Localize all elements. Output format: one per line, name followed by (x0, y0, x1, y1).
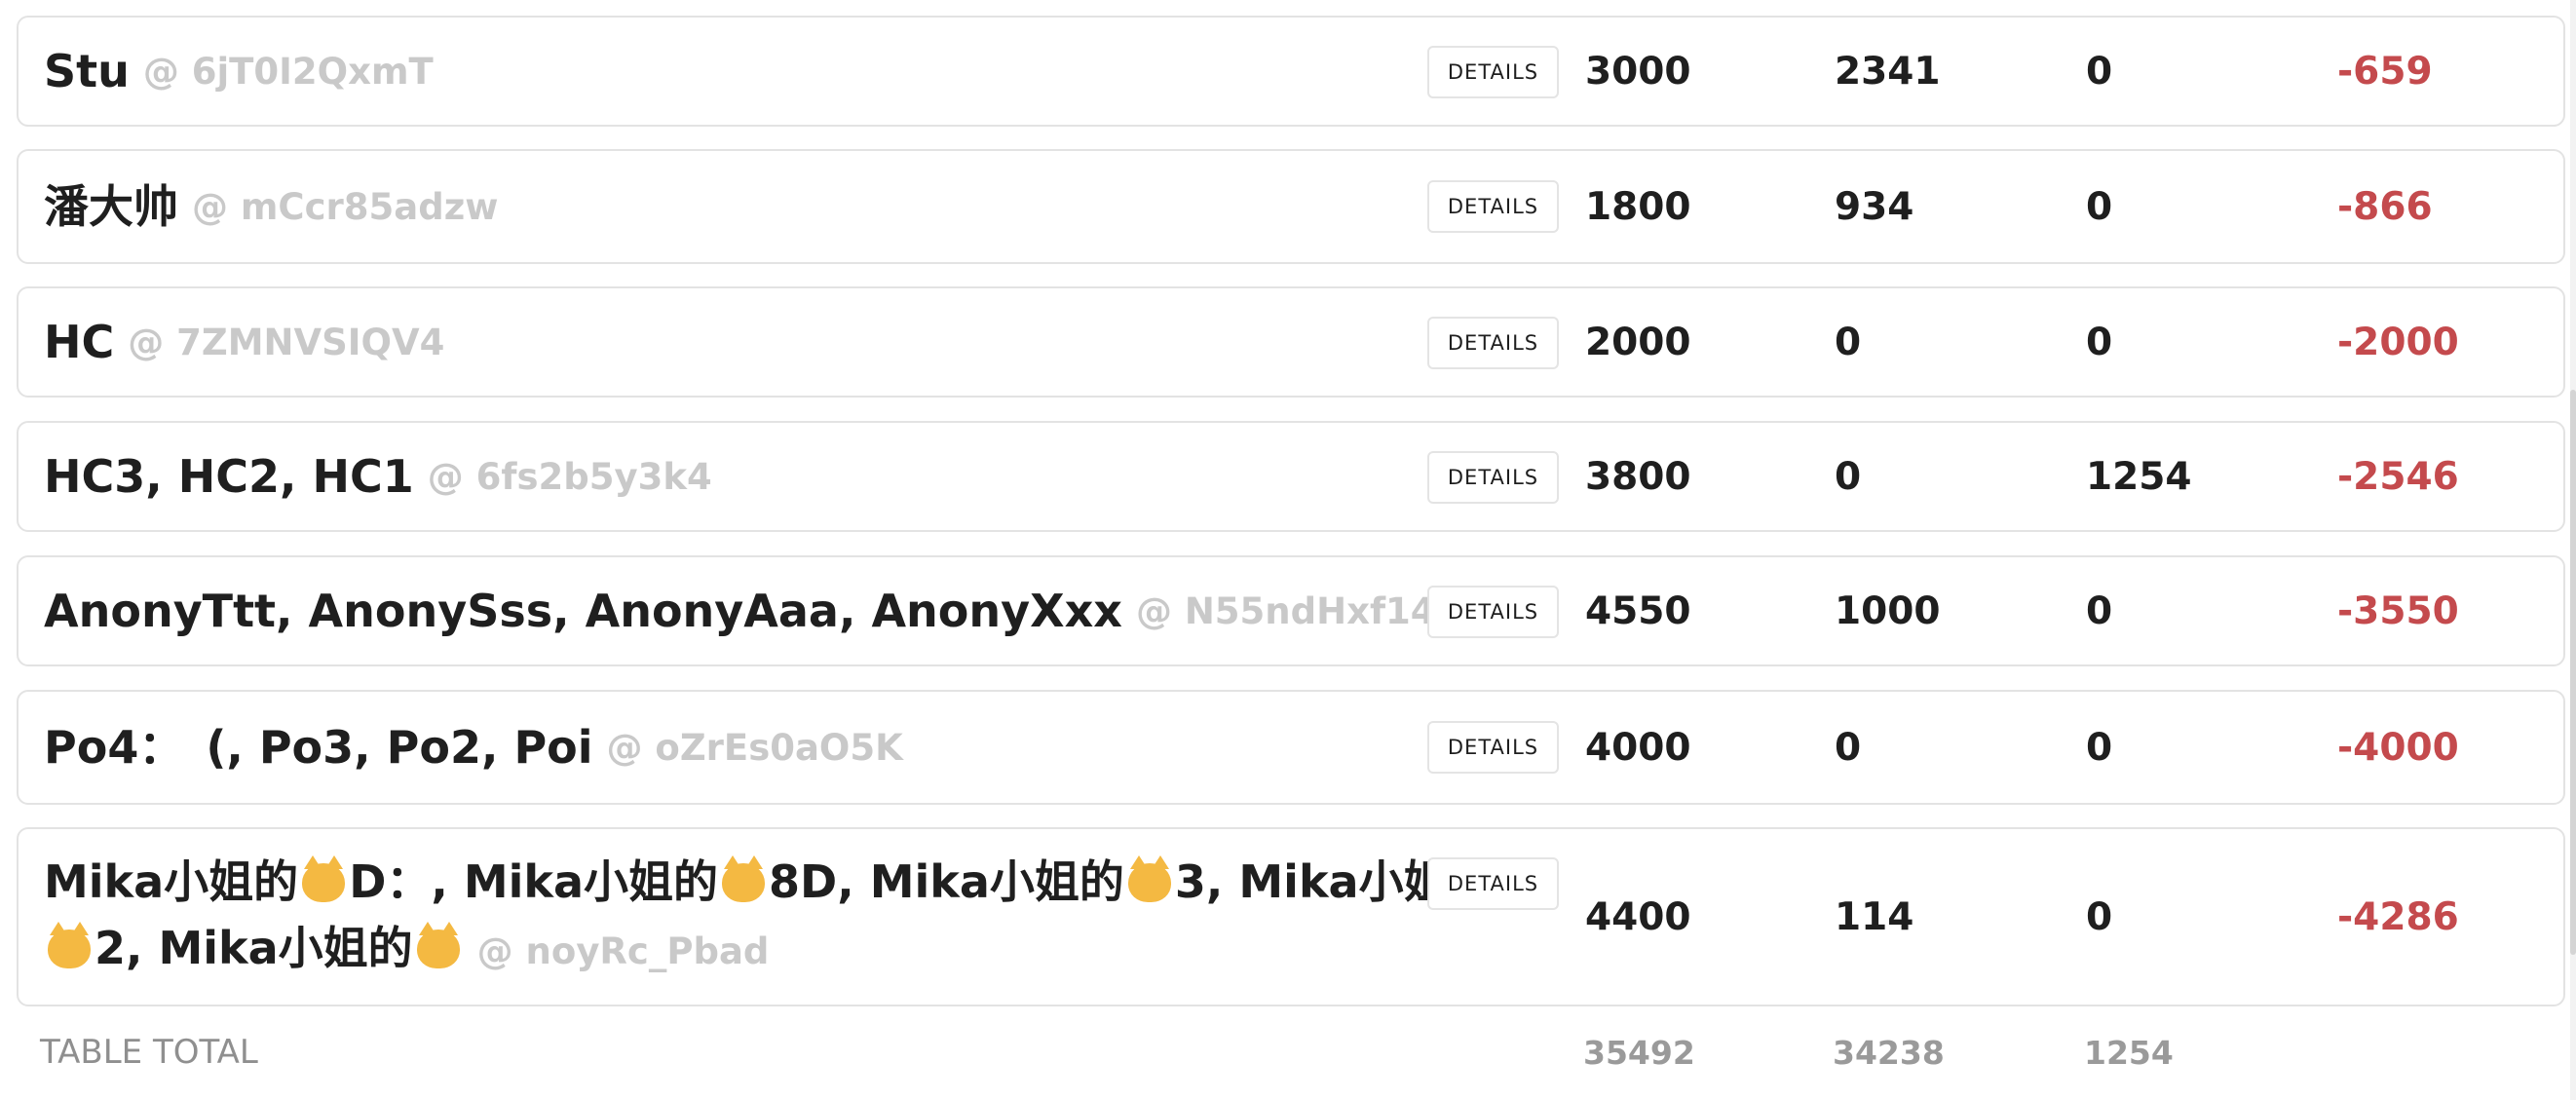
details-button[interactable]: DETAILS (1427, 451, 1559, 504)
player-name: AnonyTtt, AnonySss, AnonyAaa, AnonyXxx (44, 585, 1122, 637)
col2-value: 0 (1835, 725, 1862, 770)
details-button[interactable]: DETAILS (1427, 857, 1559, 910)
net-value: -659 (2337, 49, 2433, 94)
col3-value: 0 (2086, 49, 2113, 94)
col3-value: 0 (2086, 588, 2113, 633)
cat-face-icon (48, 922, 91, 968)
player-name: Mika小姐的 D：, Mika小姐的 8D, Mika小姐的 3, Mika小姐的2… (44, 849, 1534, 985)
col3-value: 0 (2086, 320, 2113, 364)
col1-value: 1800 (1585, 184, 1691, 229)
col1-value: 4000 (1585, 725, 1691, 770)
table-row: Mika小姐的 D：, Mika小姐的 8D, Mika小姐的 3, Mika小姐的2… (17, 827, 2565, 1006)
cat-face-icon (722, 855, 766, 902)
net-value: -3550 (2337, 588, 2459, 633)
table-total-row: TABLE TOTAL 35492 34238 1254 (17, 1023, 2565, 1081)
details-button[interactable]: DETAILS (1427, 46, 1559, 98)
col2-value: 2341 (1835, 49, 1941, 94)
total-col2: 34238 (1833, 1033, 1945, 1072)
player-name: Stu (44, 45, 130, 97)
col1-value: 2000 (1585, 320, 1691, 364)
row-name-cell: HC @ 7ZMNVSIQV4 (44, 288, 1544, 396)
details-button[interactable]: DETAILS (1427, 721, 1559, 774)
details-button[interactable]: DETAILS (1427, 317, 1559, 369)
player-name: Po4： (, Po3, Po2, Poi (44, 721, 593, 774)
cat-face-icon (1127, 855, 1171, 902)
net-value: -866 (2337, 184, 2433, 229)
table-row: HC3, HC2, HC1 @ 6fs2b5y3k4 DETAILS 3800 … (17, 421, 2565, 532)
col2-value: 0 (1835, 320, 1862, 364)
col1-value: 4400 (1585, 894, 1691, 939)
col3-value: 0 (2086, 184, 2113, 229)
player-id: @ 6jT0I2QxmT (142, 50, 434, 93)
player-id: @ N55ndHxf14 (1135, 589, 1436, 632)
row-name-cell: HC3, HC2, HC1 @ 6fs2b5y3k4 (44, 423, 1544, 530)
col2-value: 114 (1835, 894, 1914, 939)
col2-value: 0 (1835, 454, 1862, 499)
player-name: 潘大帅 (44, 180, 178, 233)
total-col1: 35492 (1583, 1033, 1695, 1072)
col2-value: 1000 (1835, 588, 1941, 633)
col2-value: 934 (1835, 184, 1914, 229)
col3-value: 0 (2086, 725, 2113, 770)
table-row: 潘大帅 @ mCcr85adzw DETAILS 1800 934 0 -866 (17, 149, 2565, 264)
player-name-part: 2, Mika小姐的 (95, 922, 413, 974)
col3-value: 1254 (2086, 454, 2192, 499)
scrollbar-thumb[interactable] (2570, 390, 2576, 955)
player-name: HC3, HC2, HC1 (44, 450, 414, 503)
player-name-part: 8D, Mika小姐的 (769, 855, 1124, 908)
col1-value: 3800 (1585, 454, 1691, 499)
details-button[interactable]: DETAILS (1427, 180, 1559, 233)
table-row: Stu @ 6jT0I2QxmT DETAILS 3000 2341 0 -65… (17, 16, 2565, 127)
total-col3: 1254 (2084, 1033, 2174, 1072)
row-name-cell: Mika小姐的 D：, Mika小姐的 8D, Mika小姐的 3, Mika小姐的2… (44, 829, 1544, 1005)
player-id: @ 6fs2b5y3k4 (427, 455, 712, 498)
details-button[interactable]: DETAILS (1427, 586, 1559, 638)
player-name-part: D：, Mika小姐的 (349, 855, 719, 908)
table-total-label: TABLE TOTAL (40, 1033, 258, 1072)
scrollbar-track[interactable] (2570, 0, 2576, 1100)
player-id: @ 7ZMNVSIQV4 (128, 321, 445, 363)
row-name-cell: Po4： (, Po3, Po2, Poi @ oZrEs0aO5K (44, 692, 1544, 803)
net-value: -2546 (2337, 454, 2459, 499)
player-id: @ noyRc_Pbad (476, 930, 770, 972)
table-row: AnonyTtt, AnonySss, AnonyAaa, AnonyXxx @… (17, 555, 2565, 666)
player-id: @ oZrEs0aO5K (606, 726, 903, 769)
player-name: HC (44, 316, 115, 368)
player-name-part: Mika小姐的 (44, 855, 299, 908)
col3-value: 0 (2086, 894, 2113, 939)
net-value: -4000 (2337, 725, 2459, 770)
player-id: @ mCcr85adzw (192, 185, 499, 228)
col1-value: 3000 (1585, 49, 1691, 94)
row-name-cell: AnonyTtt, AnonySss, AnonyAaa, AnonyXxx @… (44, 557, 1544, 664)
net-value: -2000 (2337, 320, 2459, 364)
row-name-cell: Stu @ 6jT0I2QxmT (44, 18, 1544, 125)
net-value: -4286 (2337, 894, 2459, 939)
cat-face-icon (416, 922, 460, 968)
cat-face-icon (302, 855, 346, 902)
table-row: HC @ 7ZMNVSIQV4 DETAILS 2000 0 0 -2000 (17, 286, 2565, 398)
row-name-cell: 潘大帅 @ mCcr85adzw (44, 151, 1544, 262)
col1-value: 4550 (1585, 588, 1691, 633)
table-row: Po4： (, Po3, Po2, Poi @ oZrEs0aO5K DETAI… (17, 690, 2565, 805)
